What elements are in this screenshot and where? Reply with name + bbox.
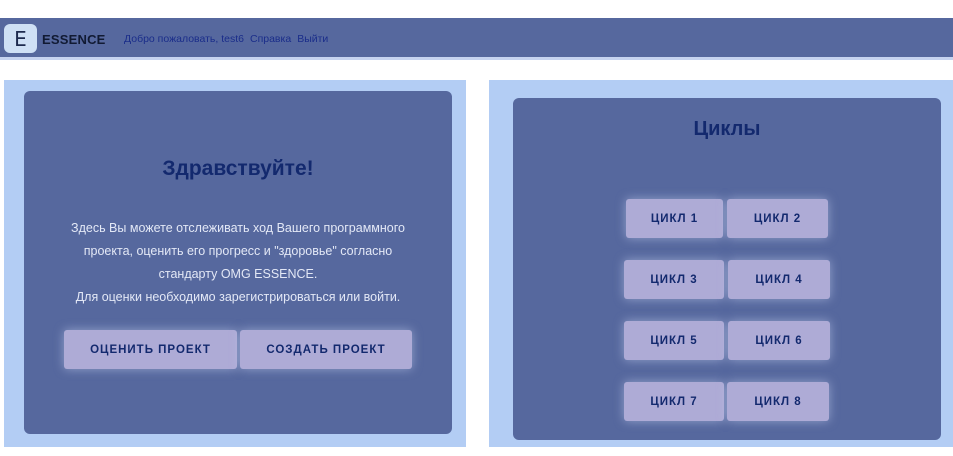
cycles-card: Циклы ЦИКЛ 1 ЦИКЛ 2 ЦИКЛ 3 ЦИКЛ 4 ЦИКЛ 5…: [513, 98, 941, 440]
cycles-title: Циклы: [693, 118, 761, 140]
welcome-title: Здравствуйте!: [162, 157, 314, 180]
cycle-2-button[interactable]: ЦИКЛ 2: [727, 199, 828, 238]
cycle-5-button[interactable]: ЦИКЛ 5: [624, 321, 724, 360]
description-line: проекта, оценить его прогресс и "здоровь…: [83, 244, 393, 258]
cycle-7-button[interactable]: ЦИКЛ 7: [624, 382, 724, 421]
cycle-3-button[interactable]: ЦИКЛ 3: [624, 260, 724, 299]
navbar: E ESSENCE Добро пожаловать, test6 Справк…: [0, 18, 953, 60]
cycle-6-button[interactable]: ЦИКЛ 6: [728, 321, 830, 360]
description-line: Для оценки необходимо зарегистрироваться…: [75, 290, 401, 304]
brand-name[interactable]: ESSENCE: [42, 32, 106, 47]
create-project-button[interactable]: СОЗДАТЬ ПРОЕКТ: [240, 330, 412, 369]
logout-link[interactable]: Выйти: [297, 33, 328, 45]
cycle-4-button[interactable]: ЦИКЛ 4: [728, 260, 830, 299]
welcome-card: Здравствуйте! Здесь Вы можете отслеживат…: [24, 91, 452, 434]
nav-links: Добро пожаловать, test6 Справка Выйти: [124, 33, 328, 45]
welcome-user-link[interactable]: Добро пожаловать, test6: [124, 33, 244, 45]
description-line: Здесь Вы можете отслеживать ход Вашего п…: [71, 221, 405, 235]
logo-icon[interactable]: E: [4, 24, 37, 53]
cycle-8-button[interactable]: ЦИКЛ 8: [727, 382, 829, 421]
evaluate-project-button[interactable]: ОЦЕНИТЬ ПРОЕКТ: [64, 330, 237, 369]
help-link[interactable]: Справка: [250, 33, 291, 45]
description-line: стандарту OMG ESSENCE.: [158, 267, 318, 281]
cycle-1-button[interactable]: ЦИКЛ 1: [626, 199, 723, 238]
welcome-description: Здесь Вы можете отслеживать ход Вашего п…: [54, 217, 422, 309]
